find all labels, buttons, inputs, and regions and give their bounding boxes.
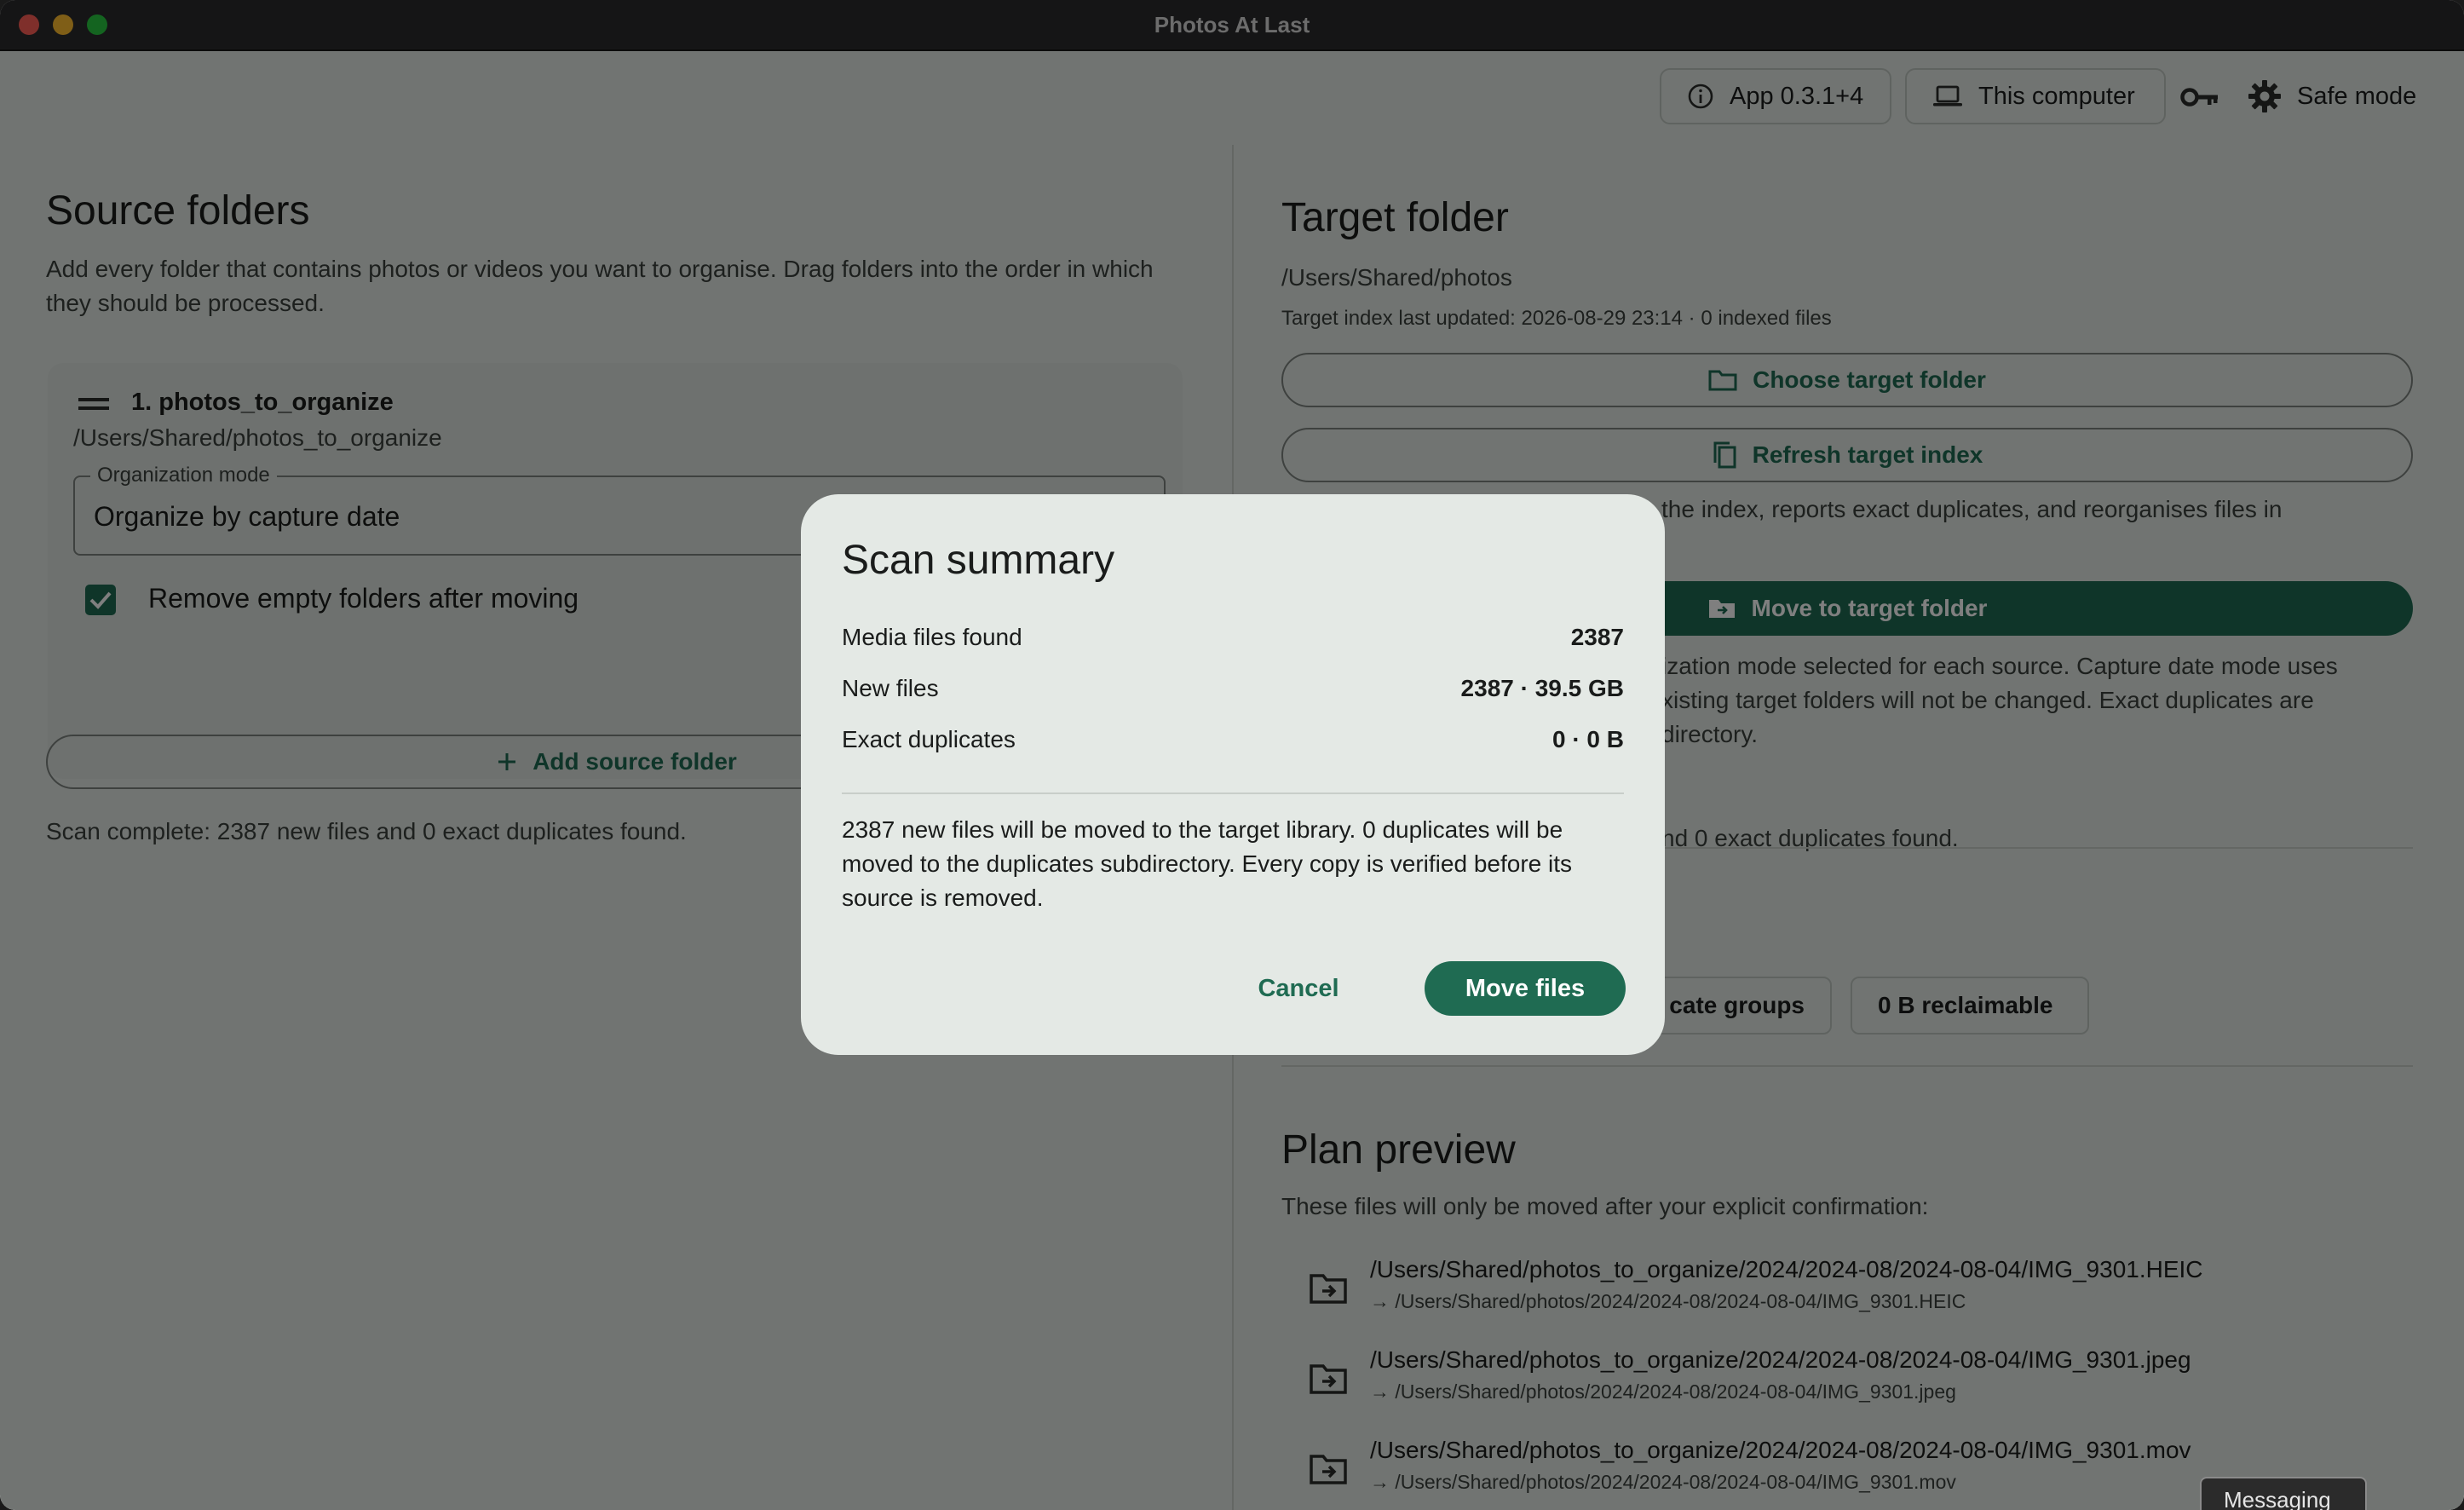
summary-row-value: 0 · 0 B bbox=[1552, 726, 1624, 752]
move-files-button[interactable]: Move files bbox=[1425, 961, 1626, 1016]
summary-row-media-found: Media files found 2387 bbox=[842, 624, 1624, 658]
dialog-title: Scan summary bbox=[842, 538, 1115, 583]
summary-row-value: 2387 bbox=[1570, 624, 1624, 650]
cancel-button[interactable]: Cancel bbox=[1241, 961, 1356, 1016]
summary-row-value: 2387 · 39.5 GB bbox=[1460, 675, 1624, 701]
dialog-divider bbox=[842, 792, 1624, 794]
summary-row-label: Exact duplicates bbox=[842, 726, 1016, 752]
summary-row-duplicates: Exact duplicates 0 · 0 B bbox=[842, 726, 1624, 760]
summary-row-new-files: New files 2387 · 39.5 GB bbox=[842, 675, 1624, 709]
scan-summary-dialog: Scan summary Media files found 2387 New … bbox=[801, 494, 1665, 1055]
summary-row-label: New files bbox=[842, 675, 939, 701]
app-window: Photos At Last App 0.3.1+4 This computer bbox=[0, 0, 2464, 1510]
messaging-tooltip: Messaging bbox=[2200, 1477, 2367, 1510]
summary-row-label: Media files found bbox=[842, 624, 1022, 650]
dialog-message: 2387 new files will be moved to the targ… bbox=[842, 816, 1572, 911]
